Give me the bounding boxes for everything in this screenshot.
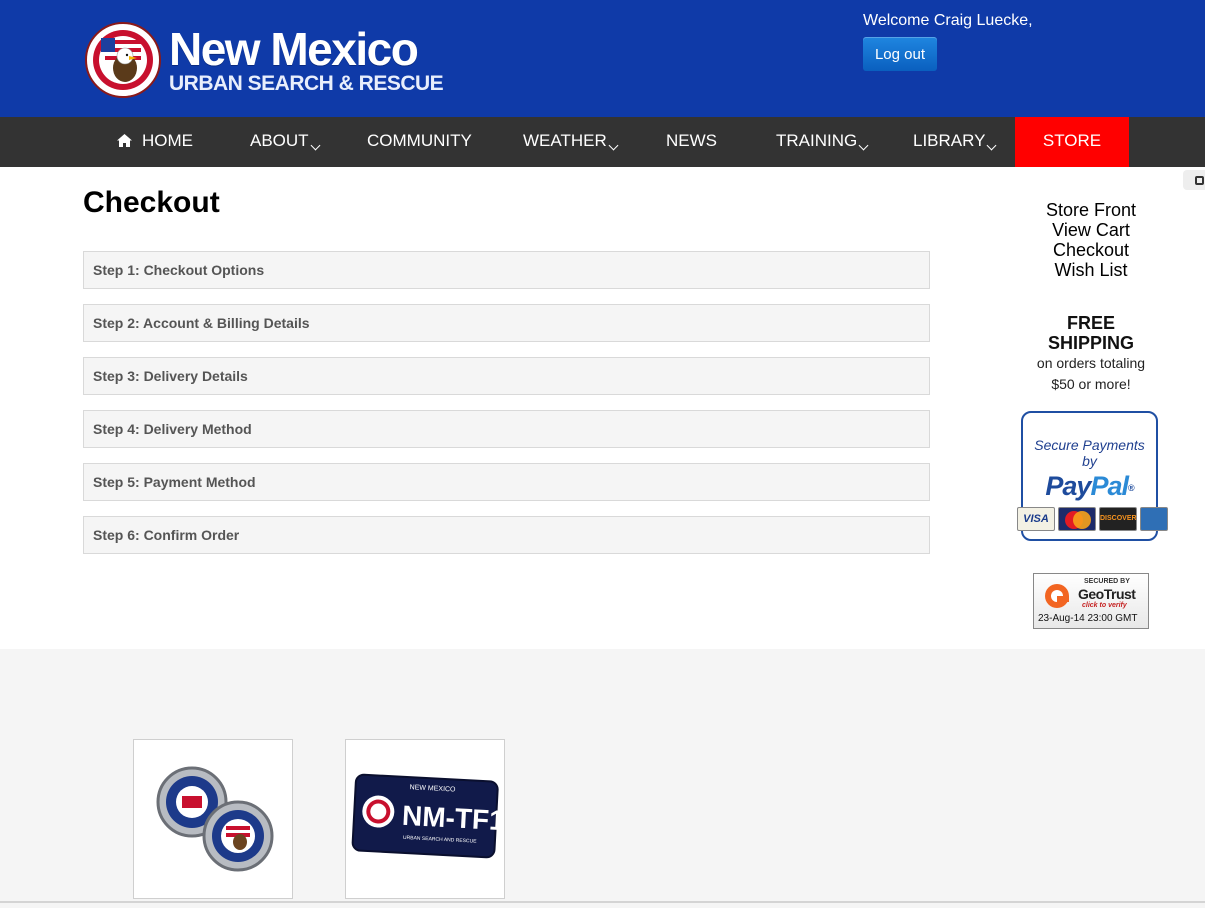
geotrust-secured-by: SECURED BY [1084,578,1130,585]
free-shipping-title: FREE SHIPPING [1047,313,1135,353]
paypal-logo-pay: Pay [1045,471,1091,501]
free-shipping-line2: $50 or more! [1051,376,1131,392]
external-link-icon[interactable] [1183,170,1205,190]
nav-label-home: HOME [142,131,193,150]
chevron-down-icon [608,140,619,151]
chevron-down-icon [987,140,997,151]
site-logo[interactable]: New Mexico URBAN SEARCH & RESCUE [83,22,444,98]
chevron-down-icon [310,140,321,151]
nav-label-about: ABOUT [250,131,309,150]
license-plate-image: NEW MEXICO NM-TF1 URBAN SEARCH AND RESCU… [351,773,505,859]
nav-item-news[interactable]: NEWS [666,117,717,167]
brand-title: New Mexico [169,23,419,75]
product-license-plate[interactable]: NEW MEXICO NM-TF1 URBAN SEARCH AND RESCU… [345,739,505,899]
geotrust-date: 23-Aug-14 23:00 GMT [1038,613,1138,624]
geotrust-logo-icon [1045,584,1069,608]
mastercard-icon [1058,507,1096,531]
wish-list-link[interactable]: Wish List [1030,260,1152,280]
nav-label-community: COMMUNITY [367,131,472,150]
paypal-secure-line2: by [1082,453,1097,469]
task-force-seal-icon [85,22,161,98]
checkout-step-2[interactable]: Step 2: Account & Billing Details [83,304,930,342]
geotrust-seal[interactable]: SECURED BY GeoTrust click to verify 23-A… [1033,573,1149,629]
chevron-down-icon [858,140,869,151]
nav-label-training: TRAINING [776,131,858,150]
main-nav: HOME ABOUT COMMUNITY WEATHER NEWS TRAINI… [0,117,1205,167]
paypal-secure-line1: Secure Payments [1034,437,1145,453]
amex-card-icon [1140,507,1168,531]
checkout-step-5[interactable]: Step 5: Payment Method [83,463,930,501]
challenge-coins-image [156,766,274,872]
home-icon [117,134,132,147]
paypal-badge[interactable]: Secure Payments by PayPal® VISA DISCOVER [1017,411,1168,541]
view-cart-link[interactable]: View Cart [1030,220,1152,240]
nav-label-library: LIBRARY [913,131,986,150]
free-shipping-notice: FREE SHIPPING on orders totaling $50 or … [1030,313,1152,395]
store-front-link[interactable]: Store Front [1030,200,1152,220]
footer: NEW MEXICO NM-TF1 URBAN SEARCH AND RESCU… [0,649,1205,908]
card-logos: VISA DISCOVER [1017,507,1168,531]
geotrust-name: GeoTrust [1078,586,1136,602]
page-title: Checkout [83,186,220,219]
nav-item-training[interactable]: TRAINING [776,117,869,167]
welcome-message: Welcome Craig Luecke, [863,12,1033,29]
paypal-logo-pal: Pal [1090,471,1129,501]
checkout-step-1[interactable]: Step 1: Checkout Options [83,251,930,289]
nav-label-store: STORE [1042,131,1102,150]
store-links: Store Front View Cart Checkout Wish List [1030,200,1152,280]
nav-item-weather[interactable]: WEATHER [523,117,619,167]
paypal-secure-text: Secure Payments by [1023,437,1156,469]
product-challenge-coins[interactable] [133,739,293,899]
checkout-step-6[interactable]: Step 6: Confirm Order [83,516,930,554]
nav-item-community[interactable]: COMMUNITY [367,117,472,167]
logout-button[interactable]: Log out [863,37,937,71]
nav-label-weather: WEATHER [523,131,607,150]
geotrust-click-to-verify: click to verify [1082,602,1127,609]
brand-subtitle: URBAN SEARCH & RESCUE [169,72,444,95]
paypal-logo: PayPal® [1045,471,1134,501]
checkout-step-3[interactable]: Step 3: Delivery Details [83,357,930,395]
checkout-link[interactable]: Checkout [1030,240,1152,260]
nav-item-home[interactable]: HOME [117,117,193,167]
nav-item-store[interactable]: STORE [1015,117,1129,167]
discover-card-icon: DISCOVER [1099,507,1137,531]
checkout-step-4[interactable]: Step 4: Delivery Method [83,410,930,448]
nav-item-library[interactable]: LIBRARY [913,117,997,167]
nav-item-about[interactable]: ABOUT [250,117,321,167]
visa-card-icon: VISA [1017,507,1055,531]
page-bottom-divider [0,901,1205,903]
plate-main-text: NM-TF1 [401,800,504,836]
nav-label-news: NEWS [666,131,717,150]
free-shipping-line1: on orders totaling [1036,355,1146,371]
mastercard-circles-icon [1065,511,1091,529]
site-header: New Mexico URBAN SEARCH & RESCUE Welcome… [0,0,1205,117]
